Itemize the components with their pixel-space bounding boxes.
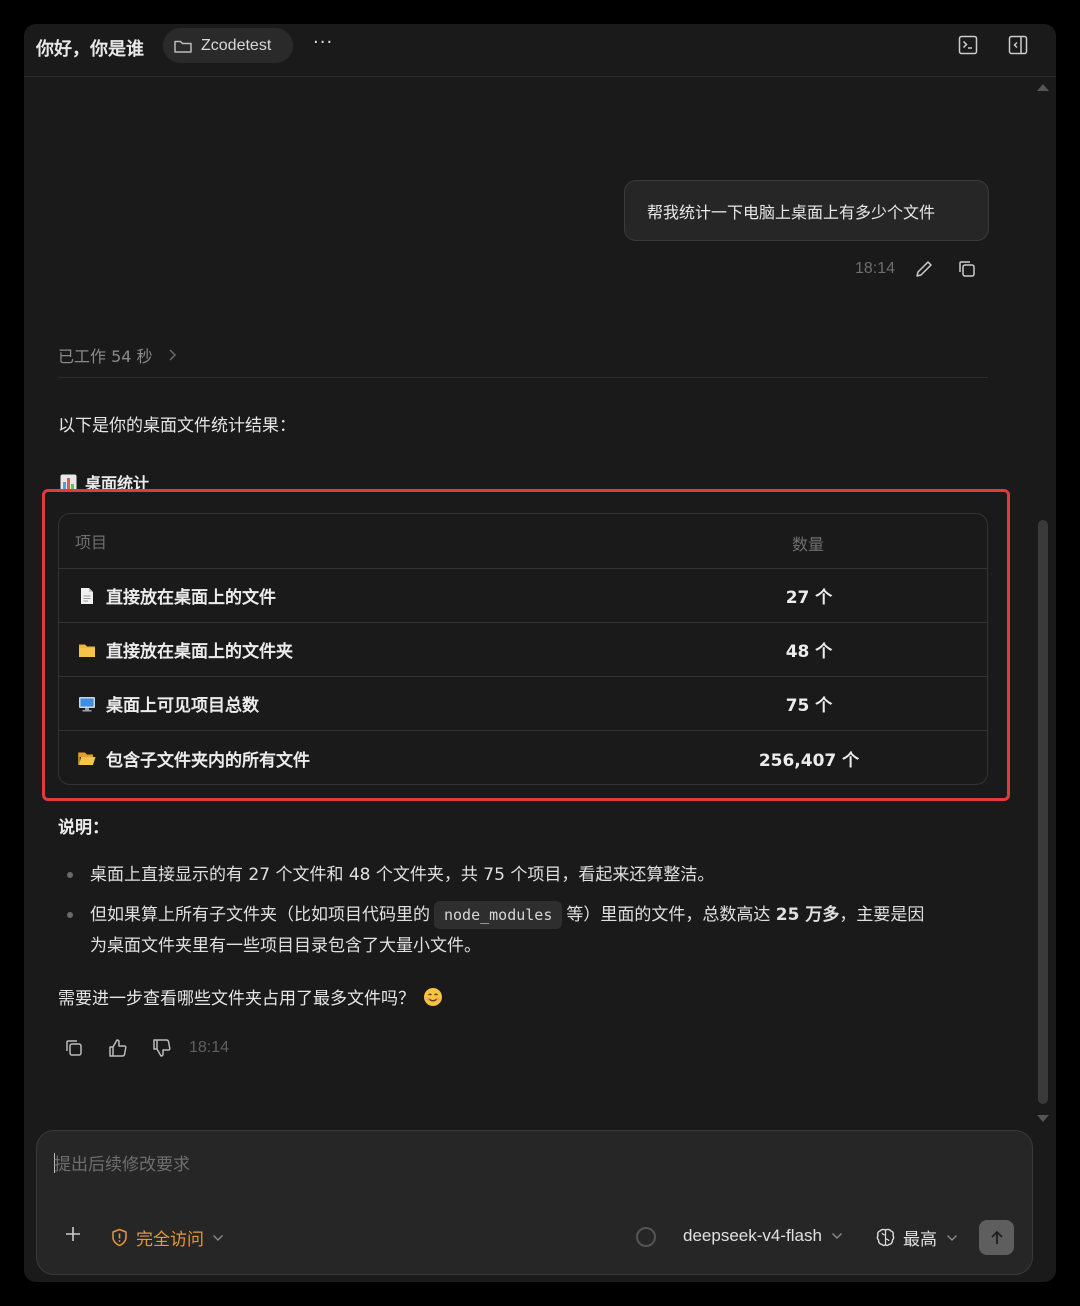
toggle-panel-icon[interactable] xyxy=(1007,34,1029,56)
access-mode-label: 完全访问 xyxy=(136,1230,204,1250)
bar-chart-icon xyxy=(60,474,77,490)
copy-icon[interactable] xyxy=(63,1037,85,1059)
project-folder-name: Zcodetest xyxy=(201,36,272,54)
project-folder-chip[interactable]: Zcodetest xyxy=(163,28,293,63)
table-row: 包含子文件夹内的所有文件 256,407 个 xyxy=(59,731,987,784)
chevron-down-icon xyxy=(213,1234,223,1241)
brain-icon xyxy=(876,1228,895,1247)
scrollbar-thumb[interactable] xyxy=(1038,520,1048,1104)
conversation-title: 你好，你是谁 xyxy=(36,39,144,60)
chevron-down-icon xyxy=(831,1233,842,1239)
terminal-icon[interactable] xyxy=(957,34,979,56)
header-bar: 你好，你是谁 Zcodetest ··· xyxy=(24,24,1056,77)
chevron-right-icon xyxy=(169,349,176,361)
stats-table: 项目 数量 直接放在桌面上的文件 27 个 直接放在桌面上的文件夹 48 个 桌… xyxy=(58,513,988,785)
reasoning-level-selector[interactable]: 最高 xyxy=(875,1225,958,1250)
header-item: 项目 xyxy=(75,533,108,552)
inline-code: node_modules xyxy=(434,901,563,929)
header-count: 数量 xyxy=(792,535,825,554)
row-name: 包含子文件夹内的所有文件 xyxy=(106,750,310,771)
user-message-bubble: 帮我统计一下电脑上桌面上有多少个文件 xyxy=(624,180,989,241)
row-value: 75 个 xyxy=(785,696,833,716)
scroll-up-arrow[interactable] xyxy=(1037,84,1049,91)
shield-alert-icon xyxy=(112,1228,127,1247)
smile-emoji-icon xyxy=(424,987,442,1006)
row-value: 256,407 个 xyxy=(758,750,860,771)
bullet-2-line2: 为桌面文件夹里有一些项目目录包含了大量小文件。 xyxy=(90,936,481,956)
thumbs-down-icon[interactable] xyxy=(151,1037,173,1059)
bullet-text-1: 桌面上直接显示的有 27 个文件和 48 个文件夹，共 75 个项目，看起来还算… xyxy=(90,865,715,885)
user-message-time: 18:14 xyxy=(855,260,896,277)
bullet-2-bold: 25 万多 xyxy=(775,905,840,925)
worked-duration-toggle[interactable]: 已工作 54 秒 xyxy=(58,343,177,367)
bullet-dot xyxy=(67,912,73,918)
table-row: 桌面上可见项目总数 75 个 xyxy=(59,677,987,731)
send-button[interactable] xyxy=(979,1220,1014,1255)
note-heading: 说明： xyxy=(58,818,109,838)
table-row: 直接放在桌面上的文件 27 个 xyxy=(59,569,987,623)
chevron-down-icon xyxy=(947,1234,957,1241)
model-name: deepseek-v4-flash xyxy=(683,1226,822,1245)
arrow-up-icon xyxy=(990,1230,1003,1244)
row-value: 27 个 xyxy=(785,588,833,608)
bullet-text-2: 但如果算上所有子文件夹（比如项目代码里的 node_modules 等）里面的文件，… xyxy=(90,900,924,962)
row-name: 直接放在桌面上的文件 xyxy=(106,588,276,608)
table-row: 直接放在桌面上的文件夹 48 个 xyxy=(59,623,987,677)
row-value: 48 个 xyxy=(785,642,833,662)
table-header: 项目 数量 xyxy=(59,514,987,569)
user-message-text: 帮我统计一下电脑上桌面上有多少个文件 xyxy=(647,202,936,222)
bullet-dot xyxy=(67,872,73,878)
thumbs-up-icon[interactable] xyxy=(107,1037,129,1059)
worked-duration-label: 已工作 54 秒 xyxy=(58,347,153,366)
desktop-icon xyxy=(79,696,95,711)
row-name: 桌面上可见项目总数 xyxy=(106,696,259,716)
follow-up-question: 需要进一步查看哪些文件夹占用了最多文件吗？ xyxy=(58,984,443,1009)
composer-input[interactable]: 提出后续修改要求 xyxy=(54,1150,190,1175)
bullet-2-post: ，主要是因 xyxy=(839,905,925,925)
model-selector[interactable]: deepseek-v4-flash xyxy=(683,1226,843,1246)
folder-icon xyxy=(174,40,192,53)
assistant-message-time: 18:14 xyxy=(189,1039,230,1056)
scroll-down-arrow[interactable] xyxy=(1037,1115,1049,1122)
open-folder-icon xyxy=(78,752,96,765)
more-options-button[interactable]: ··· xyxy=(313,32,333,53)
loading-spinner-icon xyxy=(636,1227,656,1247)
bullet-2-mid: 等）里面的文件，总数高达 xyxy=(566,905,771,925)
document-icon xyxy=(81,587,93,604)
copy-icon[interactable] xyxy=(956,258,978,280)
follow-up-text: 需要进一步查看哪些文件夹占用了最多文件吗？ xyxy=(58,989,415,1009)
composer[interactable]: 提出后续修改要求 完全访问 deepseek-v4-flash 最高 xyxy=(36,1130,1033,1275)
intro-text: 以下是你的桌面文件统计结果： xyxy=(58,416,296,436)
plus-icon[interactable] xyxy=(64,1225,82,1243)
reasoning-level-label: 最高 xyxy=(903,1230,937,1250)
bullet-2-pre: 但如果算上所有子文件夹（比如项目代码里的 xyxy=(90,905,430,925)
folder-icon xyxy=(79,644,95,657)
row-name: 直接放在桌面上的文件夹 xyxy=(106,642,293,662)
edit-icon[interactable] xyxy=(913,258,935,280)
app-window: 你好，你是谁 Zcodetest ··· 帮我统计一下电脑上桌面上有多少个文件 … xyxy=(24,24,1056,1282)
divider xyxy=(58,377,988,378)
access-mode-dropdown[interactable]: 完全访问 xyxy=(110,1225,224,1250)
